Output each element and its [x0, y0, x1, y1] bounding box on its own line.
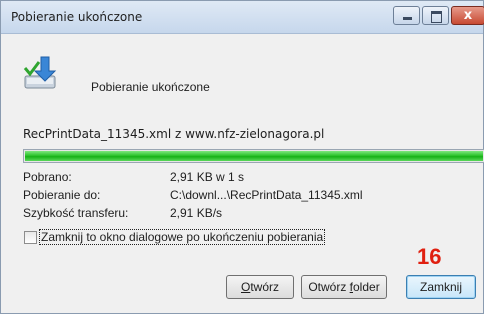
download-progress-bar	[23, 149, 484, 163]
dialog-heading: Pobieranie ukończone	[91, 80, 210, 94]
download-complete-dialog: Pobieranie ukończone x Pobieranie ukończ…	[0, 0, 484, 314]
download-filename: RecPrintData_11345.xml z www.nfz-zielona…	[23, 127, 325, 141]
destination-label: Pobieranie do:	[23, 188, 101, 202]
close-button[interactable]: Zamknij	[406, 275, 476, 299]
step-annotation: 16	[417, 244, 442, 269]
minimize-icon	[403, 17, 412, 20]
close-after-download-label[interactable]: Zamknij to okno dialogowe po ukończeniu …	[38, 229, 326, 245]
open-button[interactable]: Otwórz	[226, 275, 294, 299]
title-bar[interactable]: Pobieranie ukończone x	[1, 1, 484, 34]
close-after-download-checkbox[interactable]	[24, 231, 37, 244]
minimize-button[interactable]	[393, 6, 420, 25]
close-icon: x	[463, 8, 473, 23]
progress-fill	[25, 151, 483, 161]
transfer-speed-value: 2,91 KB/s	[170, 206, 223, 220]
maximize-icon	[431, 11, 442, 23]
downloaded-value: 2,91 KB w 1 s	[170, 170, 245, 184]
destination-value: C:\downl...\RecPrintData_11345.xml	[170, 188, 363, 202]
transfer-speed-label: Szybkość transferu:	[23, 206, 129, 220]
window-title: Pobieranie ukończone	[11, 10, 143, 24]
close-window-button[interactable]: x	[451, 6, 484, 25]
downloaded-label: Pobrano:	[23, 170, 72, 184]
download-complete-icon	[23, 56, 57, 89]
maximize-button[interactable]	[422, 6, 449, 25]
open-folder-button[interactable]: Otwórz folder	[301, 275, 387, 299]
